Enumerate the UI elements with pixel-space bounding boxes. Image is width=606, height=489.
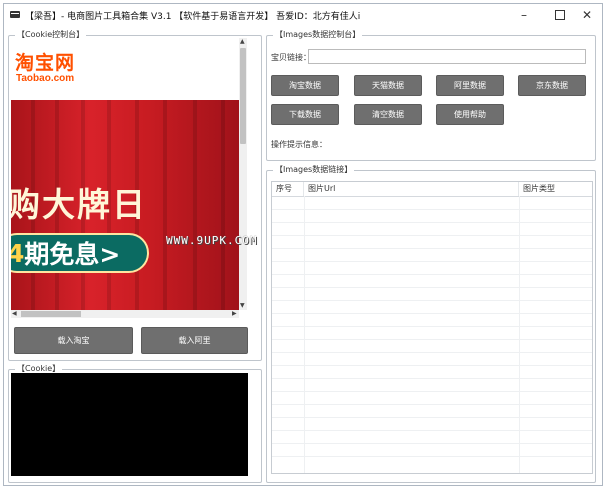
app-icon	[10, 11, 20, 18]
link-label: 宝贝链接：	[271, 53, 311, 62]
banner-headline: 购大牌日	[11, 185, 147, 224]
close-icon: ✕	[581, 8, 593, 22]
close-button[interactable]: ✕	[569, 4, 602, 26]
download-data-button[interactable]: 下载数据	[271, 104, 339, 125]
column-header-url[interactable]: 图片Url	[304, 182, 519, 196]
cookie-output-textarea[interactable]	[11, 373, 248, 476]
scroll-up-icon[interactable]: ▲	[240, 39, 245, 45]
column-header-type[interactable]: 图片类型	[519, 182, 592, 196]
column-header-index[interactable]: 序号	[272, 182, 304, 196]
images-control-legend: 【Images数据控制台】	[275, 30, 361, 39]
minimize-icon: –	[521, 8, 527, 22]
load-taobao-button[interactable]: 载入淘宝	[14, 327, 133, 354]
ali-data-button[interactable]: 阿里数据	[436, 75, 504, 96]
maximize-icon	[555, 10, 565, 20]
scroll-down-icon[interactable]: ▼	[240, 303, 245, 309]
taobao-logo[interactable]: 淘宝网	[15, 48, 75, 75]
hint-label: 操作提示信息：	[271, 140, 327, 149]
load-ali-button[interactable]: 载入阿里	[141, 327, 248, 354]
installment-pill[interactable]: 4 期免息>	[11, 233, 149, 273]
window-title: 【梁吾】- 电商图片工具箱合集 V3.1 【软件基于易语言开发】 吾爱ID：北方…	[25, 12, 361, 22]
promo-banner[interactable]: 购大牌日 4 期免息>	[11, 100, 239, 310]
item-link-input[interactable]	[308, 49, 586, 64]
clear-data-button[interactable]: 清空数据	[354, 104, 422, 125]
pill-text: 期免息>	[24, 240, 121, 269]
help-button[interactable]: 使用帮助	[436, 104, 504, 125]
pill-number: 4	[11, 238, 25, 268]
browser-horizontal-scrollbar[interactable]: ◀ ▶	[11, 310, 239, 318]
title-bar: 【梁吾】- 电商图片工具箱合集 V3.1 【软件基于易语言开发】 吾爱ID：北方…	[4, 4, 602, 26]
browser-vertical-scrollbar[interactable]: ▲ ▼	[239, 38, 247, 310]
taobao-data-button[interactable]: 淘宝数据	[271, 75, 339, 96]
watermark: WWW.9UPK.COM	[166, 234, 258, 247]
tmall-data-button[interactable]: 天猫数据	[354, 75, 422, 96]
scroll-right-icon[interactable]: ▶	[232, 311, 237, 317]
minimize-button[interactable]: –	[506, 4, 542, 26]
images-links-legend: 【Images数据链接】	[275, 165, 353, 174]
table-header: 序号 图片Url 图片类型	[272, 182, 592, 197]
horizontal-scroll-thumb[interactable]	[21, 311, 81, 317]
browser-page[interactable]: 淘宝网 Taobao.com 购大牌日 4 期免息>	[11, 38, 239, 310]
scroll-left-icon[interactable]: ◀	[12, 311, 17, 317]
vertical-scroll-thumb[interactable]	[240, 48, 246, 144]
taobao-logo-en[interactable]: Taobao.com	[16, 73, 74, 84]
jd-data-button[interactable]: 京东数据	[518, 75, 586, 96]
images-table[interactable]: 序号 图片Url 图片类型	[271, 181, 593, 474]
embedded-browser[interactable]: 淘宝网 Taobao.com 购大牌日 4 期免息> ▲ ▼ ◀ ▶	[11, 38, 247, 318]
